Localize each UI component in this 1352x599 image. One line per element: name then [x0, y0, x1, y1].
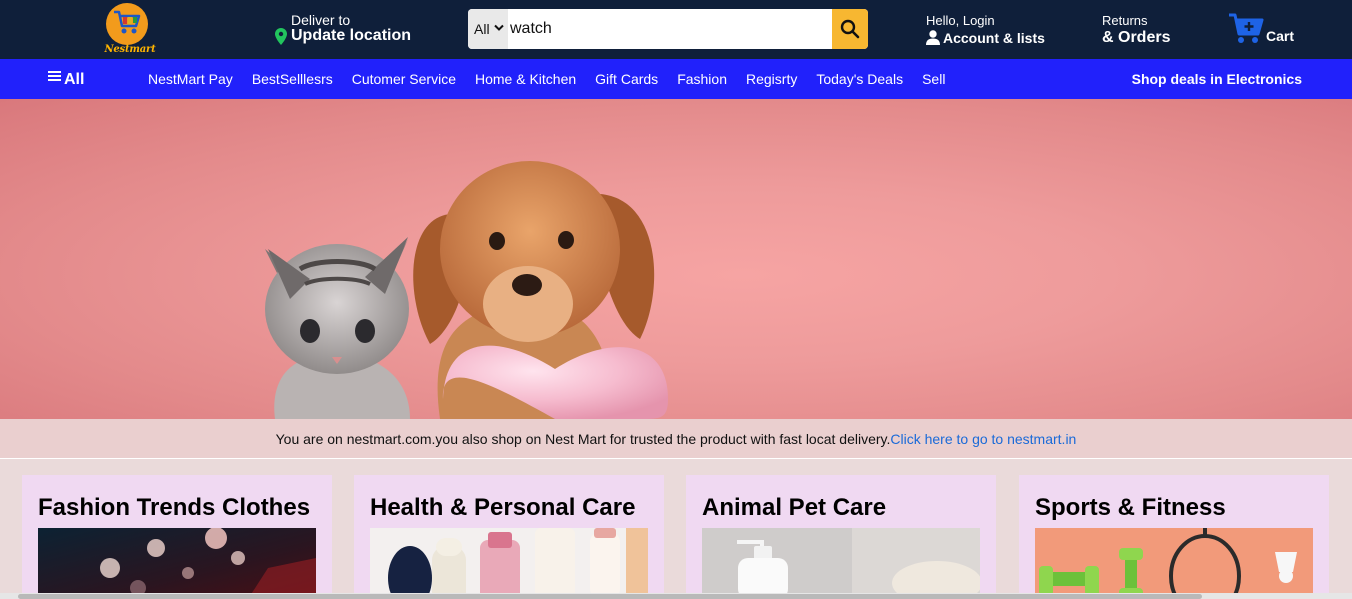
site-notice: You are on nestmart.com.you also shop on… — [0, 419, 1352, 459]
returns-label: Returns — [1102, 13, 1148, 28]
nestmart-logo[interactable]: Nestmart — [103, 2, 156, 58]
cart-label: Cart — [1266, 28, 1295, 44]
category-card-health[interactable]: Health & Personal Care — [354, 475, 664, 599]
orders-label: & Orders — [1102, 29, 1171, 46]
category-card-fashion[interactable]: Fashion Trends Clothes — [22, 475, 332, 599]
returns-orders[interactable]: Returns & Orders — [1102, 13, 1170, 46]
nav-item-nestmart-pay[interactable]: NestMart Pay — [148, 71, 233, 87]
nav-item-customer-service[interactable]: Cutomer Service — [352, 71, 456, 87]
category-card-sports[interactable]: Sports & Fitness — [1019, 475, 1329, 599]
search-button[interactable] — [832, 9, 868, 49]
location-pin-icon — [275, 28, 287, 50]
all-menu-button[interactable]: All — [48, 69, 84, 89]
nav-item-bestsellers[interactable]: BestSelllesrs — [252, 71, 333, 87]
kitten-puppy-heart-illustration — [265, 161, 668, 419]
card-title: Health & Personal Care — [370, 494, 636, 521]
chevron-down-icon — [494, 24, 504, 31]
card-title: Fashion Trends Clothes — [38, 494, 311, 521]
top-header: Nestmart Deliver to Update location All … — [0, 0, 1352, 59]
deliver-small-label: Deliver to — [291, 12, 351, 28]
sports-card-image — [1035, 528, 1313, 599]
category-card-pet-care[interactable]: Animal Pet Care — [686, 475, 996, 599]
nav-bar: All NestMart Pay BestSelllesrs Cutomer S… — [0, 59, 1352, 99]
nav-item-sell[interactable]: Sell — [922, 71, 945, 87]
nav-item-fashion[interactable]: Fashion — [677, 71, 727, 87]
all-menu-label: All — [64, 71, 85, 88]
account-menu[interactable]: Hello, Login Account & lists — [926, 13, 1045, 46]
nav-item-gift-cards[interactable]: Gift Cards — [595, 71, 658, 87]
fashion-card-image — [38, 528, 316, 599]
person-icon — [926, 30, 940, 45]
card-title: Animal Pet Care — [702, 494, 887, 521]
nav-item-home-kitchen[interactable]: Home & Kitchen — [475, 71, 576, 87]
search-icon — [840, 19, 860, 39]
notice-text: You are on nestmart.com.you also shop on… — [275, 431, 891, 447]
account-greeting: Hello, Login — [926, 13, 995, 28]
hero-banner[interactable] — [0, 99, 1352, 419]
cart-logo-icon — [106, 3, 148, 45]
cart-icon — [1229, 13, 1264, 43]
horizontal-scrollbar[interactable] — [0, 593, 1352, 599]
search-category-select[interactable]: All — [468, 9, 508, 49]
search-bar: All — [468, 9, 868, 49]
logo-text: Nestmart — [104, 44, 156, 55]
card-title: Sports & Fitness — [1035, 494, 1226, 521]
search-input[interactable] — [510, 9, 830, 49]
account-lists-label: Account & lists — [943, 30, 1045, 46]
search-category-value: All — [474, 21, 490, 37]
nav-item-registry[interactable]: Regisrty — [746, 71, 797, 87]
nav-item-todays-deals[interactable]: Today's Deals — [816, 71, 903, 87]
pet-care-card-image — [702, 528, 980, 599]
health-card-image — [370, 528, 648, 599]
nestmart-in-link[interactable]: Click here to go to nestmart.in — [890, 431, 1076, 447]
nav-links: NestMart Pay BestSelllesrs Cutomer Servi… — [148, 71, 945, 87]
hamburger-icon — [48, 69, 61, 83]
shop-deals-electronics-link[interactable]: Shop deals in Electronics — [1132, 71, 1302, 87]
scrollbar-thumb[interactable] — [18, 594, 1202, 599]
update-location-label: Update location — [291, 27, 412, 44]
